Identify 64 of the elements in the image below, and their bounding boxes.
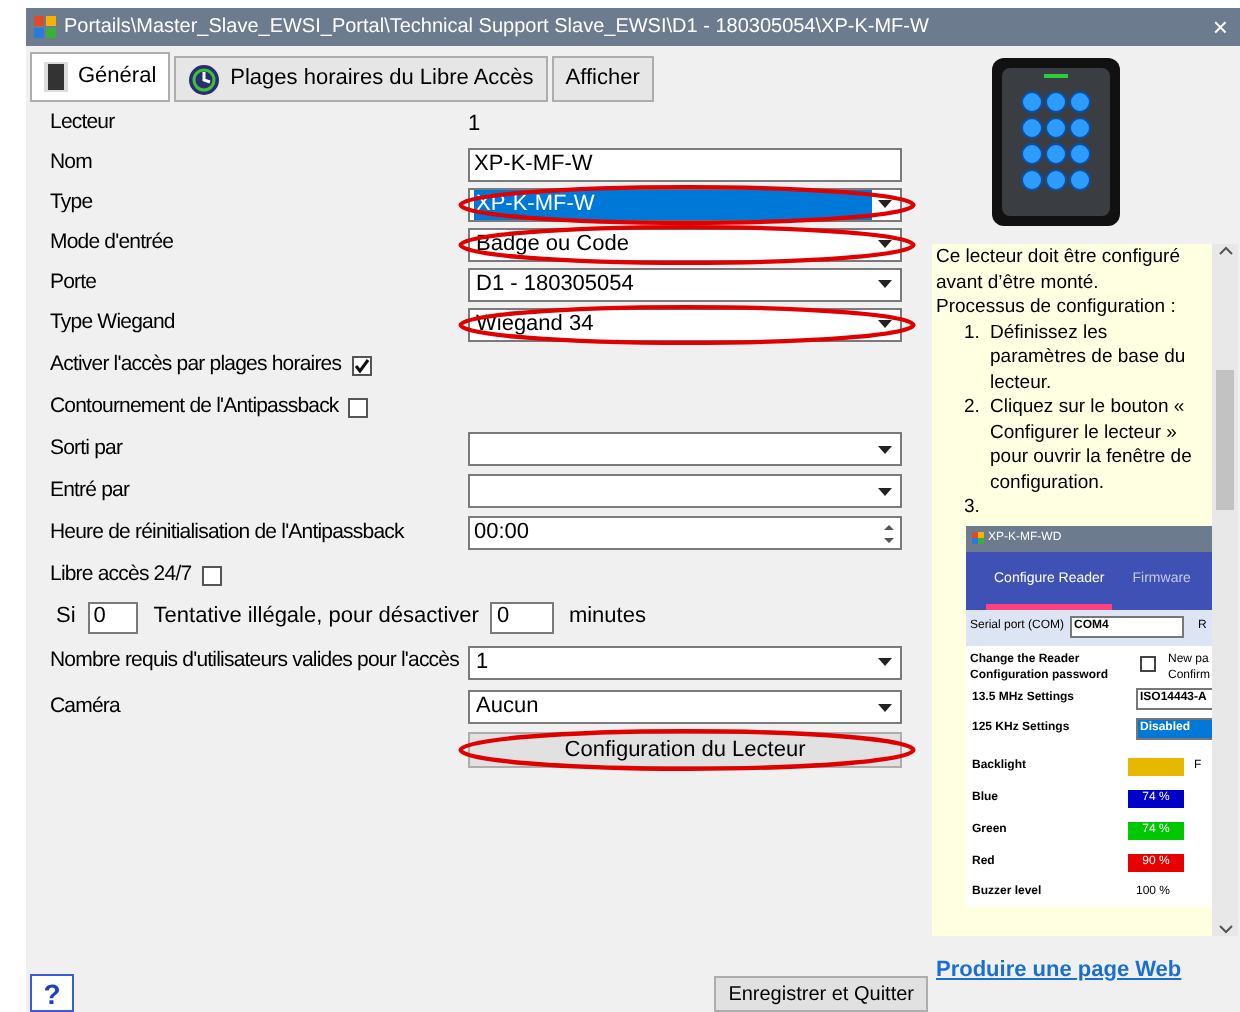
reader-icon — [44, 62, 68, 92]
help-text: Processus de configuration : — [936, 296, 1178, 321]
caret-icon — [877, 703, 891, 711]
scroll-down-icon[interactable] — [1217, 924, 1233, 936]
field-label: Nom — [50, 148, 94, 179]
step-text: Cliquez sur le bouton « Configurer le lecteur » pour ouvrir la fenêtre de configuration. — [990, 396, 1194, 496]
field-label: Libre accès 24/7 — [50, 559, 192, 590]
field-label: minutes — [568, 602, 646, 633]
help-button[interactable]: ? — [30, 974, 74, 1012]
spinner-icon[interactable] — [882, 521, 896, 545]
field-label: Contournement de l'Antipassback — [50, 391, 339, 422]
step-text: Définissez les paramètres de base du lecteur. — [990, 321, 1188, 396]
caret-icon — [877, 445, 891, 453]
field-label: Heure de réinitialisation de l'Antipassback — [50, 517, 407, 548]
app-icon — [972, 532, 984, 544]
dropdown[interactable]: Aucun — [468, 690, 902, 724]
close-button[interactable]: × — [1208, 14, 1232, 40]
field-label: Mode d'entrée — [50, 228, 176, 259]
field-label: Lecteur — [50, 108, 117, 139]
step-number: 1. — [964, 321, 982, 347]
caret-icon — [877, 200, 891, 208]
checkbox[interactable] — [348, 397, 369, 417]
dropdown[interactable]: D1 - 180305054 — [468, 267, 902, 301]
caret-icon — [877, 280, 891, 288]
field-label: Activer l'accès par plages horaires — [50, 349, 342, 380]
number-field[interactable]: 0 — [490, 601, 555, 633]
checkbox[interactable] — [201, 565, 222, 585]
caret-icon — [877, 487, 891, 495]
dropdown[interactable] — [468, 432, 902, 466]
clock-icon — [188, 63, 221, 95]
field-label: Sorti par — [50, 433, 125, 464]
step-number: 3. — [964, 496, 982, 521]
tab[interactable]: Afficher — [551, 56, 654, 102]
number-field[interactable]: 0 — [87, 601, 138, 633]
field-label: Porte — [50, 268, 99, 299]
window-title: Portails\Master_Slave_EWSI_Portal\Technical Support Slave_EWSI\D1 - 180305054\XP-K-MF-W — [64, 14, 929, 42]
checkbox[interactable] — [351, 355, 372, 375]
step-number: 2. — [964, 396, 982, 422]
dropdown[interactable]: 1 — [468, 645, 902, 679]
tab[interactable]: Général — [30, 52, 171, 102]
dropdown[interactable] — [468, 474, 902, 508]
field-label: Type Wiegand — [50, 308, 177, 339]
caret-icon — [877, 658, 891, 666]
help-text: Ce lecteur doit être configuré avant d’être monté. — [936, 246, 1182, 296]
field-label: Caméra — [50, 691, 123, 722]
field-label: Entré par — [50, 475, 132, 506]
web-page-link[interactable]: Produire une page Web — [936, 954, 1240, 987]
scroll-up-icon[interactable] — [1217, 244, 1233, 256]
time-field[interactable]: 00:00 — [468, 516, 902, 550]
text-field[interactable]: XP-K-MF-W — [468, 147, 902, 181]
field-label: Type — [50, 188, 95, 219]
field-value: 1 — [468, 109, 481, 140]
tab[interactable]: Plages horaires du Libre Accès — [174, 56, 548, 102]
checkbox[interactable] — [1140, 655, 1156, 671]
app-icon — [34, 16, 56, 38]
save-button[interactable]: Enregistrer et Quitter — [714, 976, 928, 1012]
field-label: Si — [56, 602, 76, 633]
scroll-thumb[interactable] — [1216, 370, 1234, 510]
field-label: Tentative illégale, pour désactiver — [153, 602, 479, 633]
scrollbar[interactable] — [1212, 244, 1238, 936]
color-swatch[interactable] — [1128, 758, 1184, 776]
caret-icon — [877, 240, 891, 248]
field-label: Nombre requis d'utilisateurs valides pour l'accès — [50, 646, 461, 677]
caret-icon — [877, 320, 891, 328]
